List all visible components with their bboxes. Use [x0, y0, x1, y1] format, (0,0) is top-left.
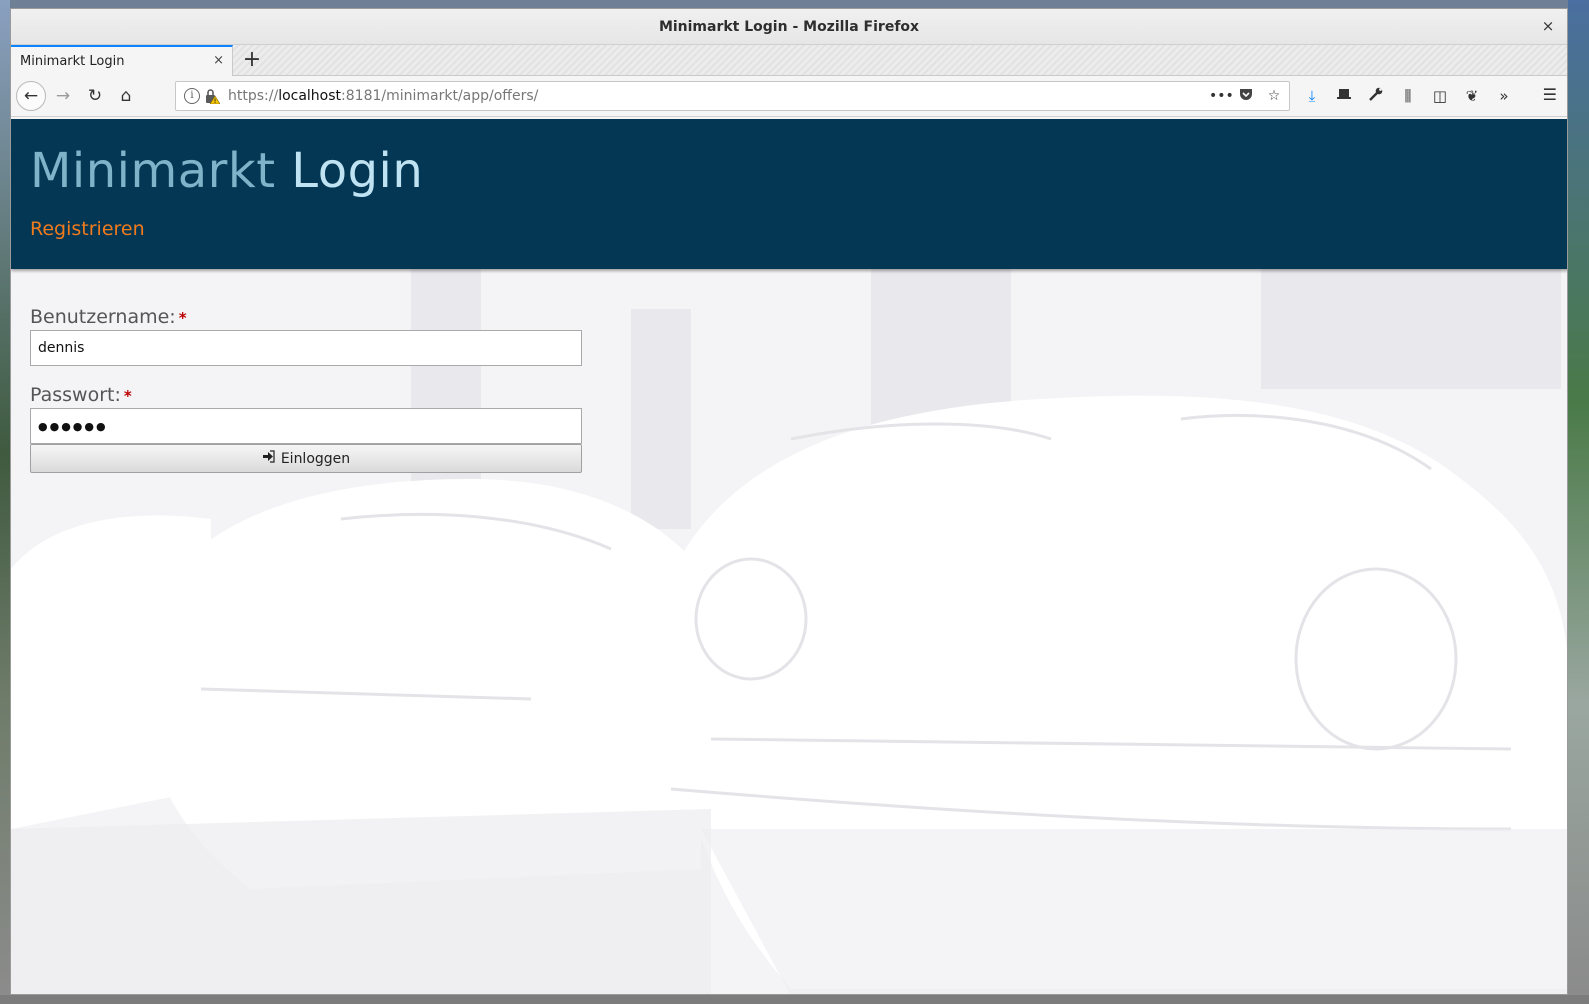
required-marker: *: [123, 387, 132, 405]
site-info-icon[interactable]: i: [184, 88, 200, 104]
sidebar-icon[interactable]: ◫: [1429, 85, 1451, 107]
brand-title: Minimarkt Login: [30, 143, 423, 199]
insecure-lock-warning-icon[interactable]: [204, 88, 221, 105]
downloads-icon[interactable]: ⤓: [1301, 85, 1323, 107]
username-field[interactable]: [30, 330, 582, 366]
back-icon[interactable]: ←: [16, 81, 46, 111]
library-icon[interactable]: ⫼: [1397, 85, 1419, 107]
wrench-icon[interactable]: [1365, 85, 1387, 107]
tab-close-icon[interactable]: ×: [213, 53, 224, 68]
login-button-label: Einloggen: [280, 450, 351, 467]
home-icon[interactable]: ⌂: [112, 82, 140, 110]
username-label-text: Benutzername:: [30, 306, 176, 328]
overflow-menu-icon[interactable]: »: [1493, 85, 1515, 107]
browser-window: Minimarkt Login - Mozilla Firefox × Mini…: [10, 8, 1568, 995]
new-tab-icon[interactable]: +: [240, 48, 264, 72]
page-actions-menu-icon[interactable]: •••: [1209, 88, 1234, 104]
sign-in-icon: [262, 450, 275, 467]
toolbar-icons: ⤓ ⫼ ◫ ❦ »: [1301, 85, 1515, 107]
password-label: Passwort: *: [30, 384, 582, 408]
hamburger-menu-icon[interactable]: ☰: [1543, 85, 1557, 104]
laptop-icon[interactable]: [1333, 85, 1355, 107]
register-link[interactable]: Registrieren: [30, 218, 145, 240]
password-label-text: Passwort:: [30, 384, 121, 406]
required-marker: *: [178, 309, 187, 327]
url-text[interactable]: https://localhost:8181/minimarkt/app/off…: [228, 88, 538, 104]
login-button[interactable]: Einloggen: [30, 444, 582, 473]
reload-icon[interactable]: ↻: [81, 82, 109, 110]
window-close-icon[interactable]: ×: [1539, 17, 1557, 35]
password-field[interactable]: ●●●●●●: [30, 408, 582, 444]
tab-label: Minimarkt Login: [20, 54, 125, 69]
login-form: Benutzername:* Passwort:* ●●●●●● Einlogg…: [30, 306, 582, 473]
navigation-toolbar: ← → ↻ ⌂ i https://localhost:8181/minimar…: [11, 76, 1567, 117]
bookmark-star-icon[interactable]: ☆: [1265, 88, 1283, 104]
username-label: Benutzername: *: [30, 306, 582, 330]
brand-name: Minimarkt: [30, 143, 276, 199]
page-content: Minimarkt Login Registrieren Benutzernam…: [11, 119, 1567, 994]
page-actions: ••• ☆: [1209, 86, 1283, 106]
tab-strip: Minimarkt Login × +: [11, 45, 1567, 76]
tab-minimarkt-login[interactable]: Minimarkt Login ×: [11, 45, 233, 76]
window-titlebar: Minimarkt Login - Mozilla Firefox ×: [11, 9, 1567, 45]
url-bar[interactable]: i https://localhost:8181/minimarkt/app/o…: [175, 81, 1290, 111]
desktop-background-bottom: [0, 995, 1589, 1004]
brand-login: Login: [291, 143, 424, 199]
password-masked-value: ●●●●●●: [38, 419, 108, 433]
window-title: Minimarkt Login - Mozilla Firefox: [658, 18, 920, 35]
desktop-background-left: [0, 0, 10, 1004]
pocket-icon[interactable]: [1237, 86, 1255, 106]
extension-icon[interactable]: ❦: [1461, 85, 1483, 107]
desktop-background-right: [1568, 0, 1589, 1004]
page-header: Minimarkt Login Registrieren: [11, 119, 1567, 269]
forward-icon[interactable]: →: [49, 82, 77, 110]
